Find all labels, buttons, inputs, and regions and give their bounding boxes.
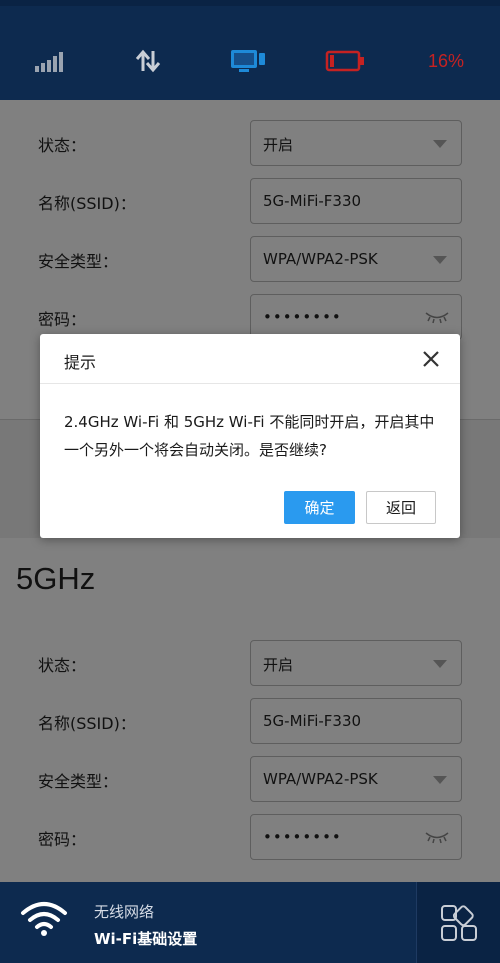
hide-password-icon[interactable] bbox=[425, 829, 449, 848]
status-row: 状态： 开启 bbox=[0, 120, 500, 166]
password-label: 密码： bbox=[38, 310, 87, 329]
security-type-row: 安全类型： WPA/WPA2-PSK bbox=[0, 236, 500, 282]
ssid-value: 5G-MiFi-F330 bbox=[263, 192, 362, 210]
chevron-down-icon bbox=[433, 660, 447, 668]
nav-page-label: Wi-Fi基础设置 bbox=[94, 930, 198, 948]
status-bar: 16% bbox=[0, 0, 500, 100]
breadcrumb: 无线网络 Wi-Fi基础设置 bbox=[94, 901, 197, 949]
ssid-value: 5G-MiFi-F330 bbox=[263, 712, 362, 730]
ssid-input[interactable]: 5G-MiFi-F330 bbox=[250, 698, 462, 744]
dialog-message: 2.4GHz Wi-Fi 和 5GHz Wi-Fi 不能同时开启，开启其中一个另… bbox=[64, 413, 435, 459]
password-input[interactable]: •••••••• bbox=[250, 814, 462, 860]
security-type-select[interactable]: WPA/WPA2-PSK bbox=[250, 756, 462, 802]
password-row: 密码： •••••••• bbox=[0, 814, 500, 860]
confirm-dialog: 提示 2.4GHz Wi-Fi 和 5GHz Wi-Fi 不能同时开启，开启其中… bbox=[40, 334, 460, 538]
security-type-select[interactable]: WPA/WPA2-PSK bbox=[250, 236, 462, 282]
ssid-row: 名称(SSID)： 5G-MiFi-F330 bbox=[0, 178, 500, 224]
grid-menu-icon bbox=[440, 904, 477, 941]
status-value: 开启 bbox=[263, 656, 294, 674]
dialog-header: 提示 bbox=[40, 334, 460, 384]
chevron-down-icon bbox=[433, 256, 447, 264]
confirm-button[interactable]: 确定 bbox=[284, 491, 355, 524]
chevron-down-icon bbox=[433, 140, 447, 148]
security-type-row: 安全类型： WPA/WPA2-PSK bbox=[0, 756, 500, 802]
security-type-value: WPA/WPA2-PSK bbox=[263, 770, 378, 788]
status-select[interactable]: 开启 bbox=[250, 640, 462, 686]
battery-percentage: 16% bbox=[427, 50, 465, 71]
signal-strength-icon bbox=[34, 42, 66, 80]
status-value: 开启 bbox=[263, 136, 294, 154]
password-value: •••••••• bbox=[263, 308, 342, 326]
close-icon[interactable] bbox=[420, 348, 442, 370]
nav-section-label: 无线网络 bbox=[94, 903, 155, 921]
status-label: 状态： bbox=[38, 656, 87, 675]
status-label: 状态： bbox=[38, 136, 87, 155]
status-row: 状态： 开启 bbox=[0, 640, 500, 686]
hide-password-icon[interactable] bbox=[425, 309, 449, 328]
security-type-label: 安全类型： bbox=[38, 252, 119, 271]
band-5ghz-title: 5GHz bbox=[16, 561, 96, 596]
wifi-icon bbox=[20, 900, 68, 942]
ssid-label: 名称(SSID)： bbox=[38, 194, 136, 213]
battery-icon bbox=[324, 42, 366, 80]
password-label: 密码： bbox=[38, 830, 87, 849]
menu-button[interactable] bbox=[416, 882, 500, 963]
ssid-input[interactable]: 5G-MiFi-F330 bbox=[250, 178, 462, 224]
security-type-value: WPA/WPA2-PSK bbox=[263, 250, 378, 268]
back-button[interactable]: 返回 bbox=[366, 491, 436, 524]
status-select[interactable]: 开启 bbox=[250, 120, 462, 166]
security-type-label: 安全类型： bbox=[38, 772, 119, 791]
ssid-label: 名称(SSID)： bbox=[38, 714, 136, 733]
screen-cast-icon bbox=[228, 42, 268, 80]
dialog-title: 提示 bbox=[64, 353, 97, 372]
ssid-row: 名称(SSID)： 5G-MiFi-F330 bbox=[0, 698, 500, 744]
bottom-nav-bar: 无线网络 Wi-Fi基础设置 bbox=[0, 882, 500, 963]
data-transfer-icon bbox=[130, 42, 166, 80]
password-value: •••••••• bbox=[263, 828, 342, 846]
chevron-down-icon bbox=[433, 776, 447, 784]
